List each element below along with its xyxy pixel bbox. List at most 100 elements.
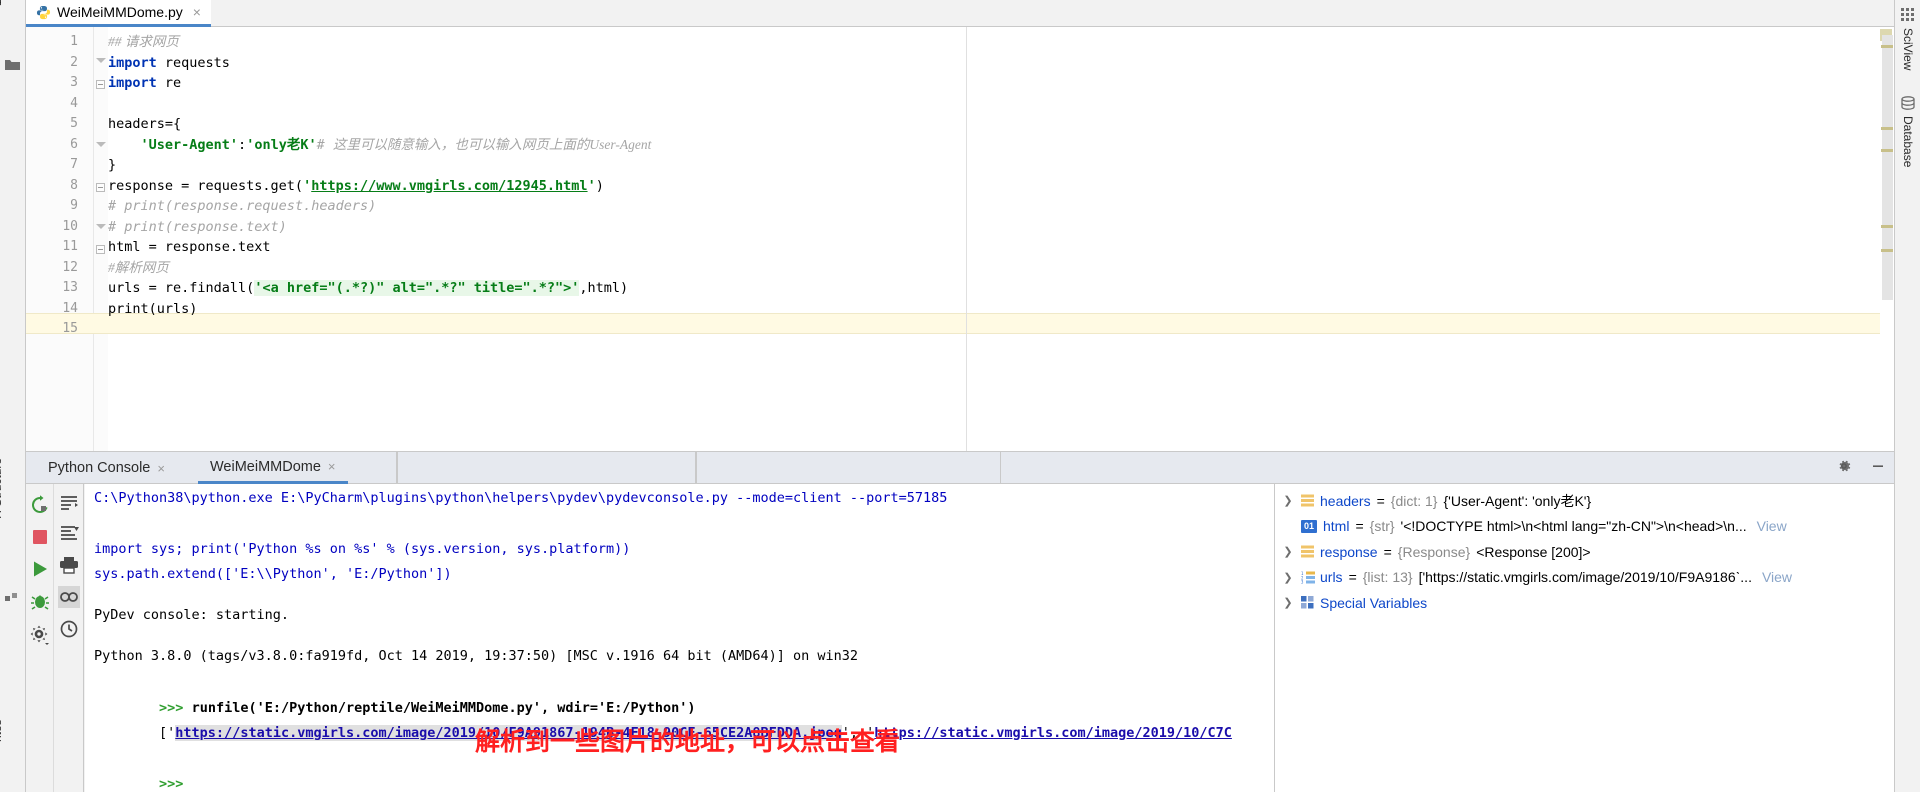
fold-marker[interactable] (96, 183, 105, 192)
prompt-symbol: >>> (159, 775, 184, 792)
variable-view-link[interactable]: View (1762, 569, 1792, 585)
result-url-link-2[interactable]: https://static.vmgirls.com/image/2019/10… (874, 725, 1232, 741)
print-icon[interactable] (58, 554, 80, 576)
scrollbar-thumb[interactable] (1882, 35, 1893, 300)
code-line[interactable]: # print(response.request.headers) (108, 196, 376, 217)
code-line[interactable]: headers={ (108, 114, 181, 135)
chevron-right-icon[interactable]: ❯ (1281, 571, 1295, 584)
code-line[interactable]: import re (108, 73, 181, 94)
tab-weimeimmdome[interactable]: WeiMeiMMDome × (198, 452, 348, 484)
code-line[interactable]: 'User-Agent':'only老K'# 这里可以随意输入，也可以输入网页上… (108, 135, 652, 156)
editor-tab-bar: WeiMeiMMDome.py × (26, 0, 1894, 27)
fold-marker[interactable] (96, 142, 106, 151)
variable-value: <Response [200]> (1476, 543, 1591, 560)
line-number: 10 (62, 218, 78, 234)
variables-panel[interactable]: ❯ headers = {dict: 1} {'User-Agent': 'onl… (1274, 484, 1894, 792)
variable-value: '<!DOCTYPE html>\n<html lang="zh-CN">\n<… (1400, 518, 1747, 535)
console-view-toolbar (54, 484, 84, 792)
editor-tab-label: WeiMeiMMDome.py (57, 4, 183, 20)
code-line[interactable]: urls = re.findall('<a href="(.*?)" alt="… (108, 278, 628, 299)
sidebar-item-project[interactable]: 1: Project (0, 0, 4, 6)
run-icon[interactable] (29, 558, 51, 580)
code-line[interactable]: import requests (108, 53, 230, 74)
gear-icon[interactable] (1836, 458, 1852, 479)
dict-icon (1301, 545, 1314, 558)
variable-row[interactable]: ❯ response = {Response} <Response [200]> (1275, 539, 1894, 565)
chevron-right-icon[interactable]: ❯ (1281, 596, 1295, 609)
line-number: 8 (70, 177, 78, 193)
code-line[interactable]: print(urls) (108, 299, 197, 320)
code-editor[interactable]: 1 2 3 4 5 6 7 8 9 10 11 12 13 14 15 ## 请求网页 import requ… (26, 27, 1894, 451)
chevron-right-icon[interactable]: ❯ (1281, 494, 1295, 507)
scrollbar-marker (1881, 45, 1893, 48)
sidebar-item-sciview[interactable]: SciView (1901, 28, 1915, 70)
console-line-result: [' https://static.vmgirls.com/image/2019/… (94, 695, 1232, 741)
variable-equals: = (1376, 492, 1385, 509)
variable-row[interactable]: ❯ 1 2 3 urls = {list: 13} ['https://static.v… (1275, 565, 1894, 591)
close-icon[interactable]: × (157, 461, 165, 476)
scrollbar-marker (1881, 249, 1893, 252)
minimize-icon[interactable] (1870, 458, 1886, 479)
line-number: 4 (70, 95, 78, 111)
code-text-area[interactable]: ## 请求网页 import requests import re headers={… (108, 27, 1894, 451)
console-output[interactable]: C:\Python38\python.exe E:\PyCharm\plugin… (85, 484, 1274, 792)
variable-row[interactable]: ❯ headers = {dict: 1} {'User-Agent': 'onl… (1275, 488, 1894, 514)
annotation-text: 解析到一些图片的地址，可以点击查看 (475, 728, 901, 756)
variable-view-link[interactable]: View (1757, 518, 1787, 534)
history-icon[interactable] (58, 618, 80, 640)
editor-tab-weimeimmdome[interactable]: WeiMeiMMDome.py × (26, 0, 211, 27)
code-token: requests (156, 54, 230, 71)
fold-marker[interactable] (96, 245, 105, 254)
console-line-syspath: sys.path.extend(['E:\\Python', 'E:/Pytho… (94, 566, 452, 582)
variable-name: Special Variables (1320, 594, 1428, 611)
code-line[interactable]: ## 请求网页 (108, 32, 179, 53)
code-token: # print(response.text) (108, 218, 287, 235)
sidebar-item-structure[interactable]: 7: Structure (0, 458, 4, 520)
code-line[interactable]: html = response.text (108, 237, 271, 258)
variable-type: {list: 13} (1362, 569, 1413, 586)
editor-scrollbar[interactable] (1880, 27, 1894, 451)
variable-row[interactable]: 01 html = {str} '<!DOCTYPE html>\n<html l… (1275, 514, 1894, 540)
stop-icon[interactable] (29, 526, 51, 548)
sidebar-item-database[interactable]: Database (1901, 116, 1915, 167)
database-icon (1901, 96, 1915, 110)
variable-name: html (1323, 518, 1350, 535)
rerun-icon[interactable] (29, 494, 51, 516)
code-token: ' (303, 177, 312, 194)
variable-row[interactable]: ❯ Special Variables (1275, 590, 1894, 616)
code-line[interactable]: response = requests.get('https://www.vmg… (108, 176, 604, 197)
tab-group-b (696, 452, 1001, 484)
result-prefix: [' (159, 724, 176, 741)
debug-icon[interactable] (29, 590, 51, 612)
line-number: 9 (70, 198, 78, 213)
fold-marker[interactable] (96, 224, 106, 233)
code-line[interactable]: } (108, 155, 116, 176)
code-line[interactable]: # print(response.text) (108, 217, 287, 238)
code-token: response = requests.get( (108, 177, 304, 194)
use-console-icon[interactable] (58, 586, 80, 608)
sidebar-item-favorites[interactable]: rites (0, 719, 4, 742)
code-token: # print(response.request.headers) (108, 198, 377, 214)
code-token: print(urls) (108, 300, 198, 317)
code-token: ,html) (579, 280, 629, 296)
tab-label: Python Console (48, 460, 151, 476)
scroll-to-end-icon[interactable] (58, 522, 80, 544)
close-icon[interactable]: × (193, 4, 201, 20)
line-number: 7 (70, 157, 78, 172)
console-line-import: import sys; print('Python %s on %s' % (s… (94, 541, 631, 557)
line-number: 3 (70, 75, 78, 90)
settings-icon[interactable] (29, 624, 51, 646)
code-token: import (108, 54, 157, 71)
code-line[interactable]: #解析网页 (108, 258, 169, 279)
fold-marker[interactable] (96, 58, 106, 67)
close-icon[interactable]: × (328, 459, 336, 474)
chevron-right-icon[interactable]: ❯ (1281, 545, 1295, 558)
soft-wrap-icon[interactable] (58, 492, 80, 514)
console-panel: Python Console × WeiMeiMMDome × C:\Pytho… (26, 451, 1894, 792)
fold-marker[interactable] (96, 80, 105, 89)
tab-python-console[interactable]: Python Console × (36, 452, 177, 484)
variable-type: {Response} (1397, 543, 1471, 560)
code-token: : (238, 136, 247, 153)
right-tool-rail: SciView Database (1894, 0, 1920, 792)
line-number: 11 (62, 239, 78, 254)
